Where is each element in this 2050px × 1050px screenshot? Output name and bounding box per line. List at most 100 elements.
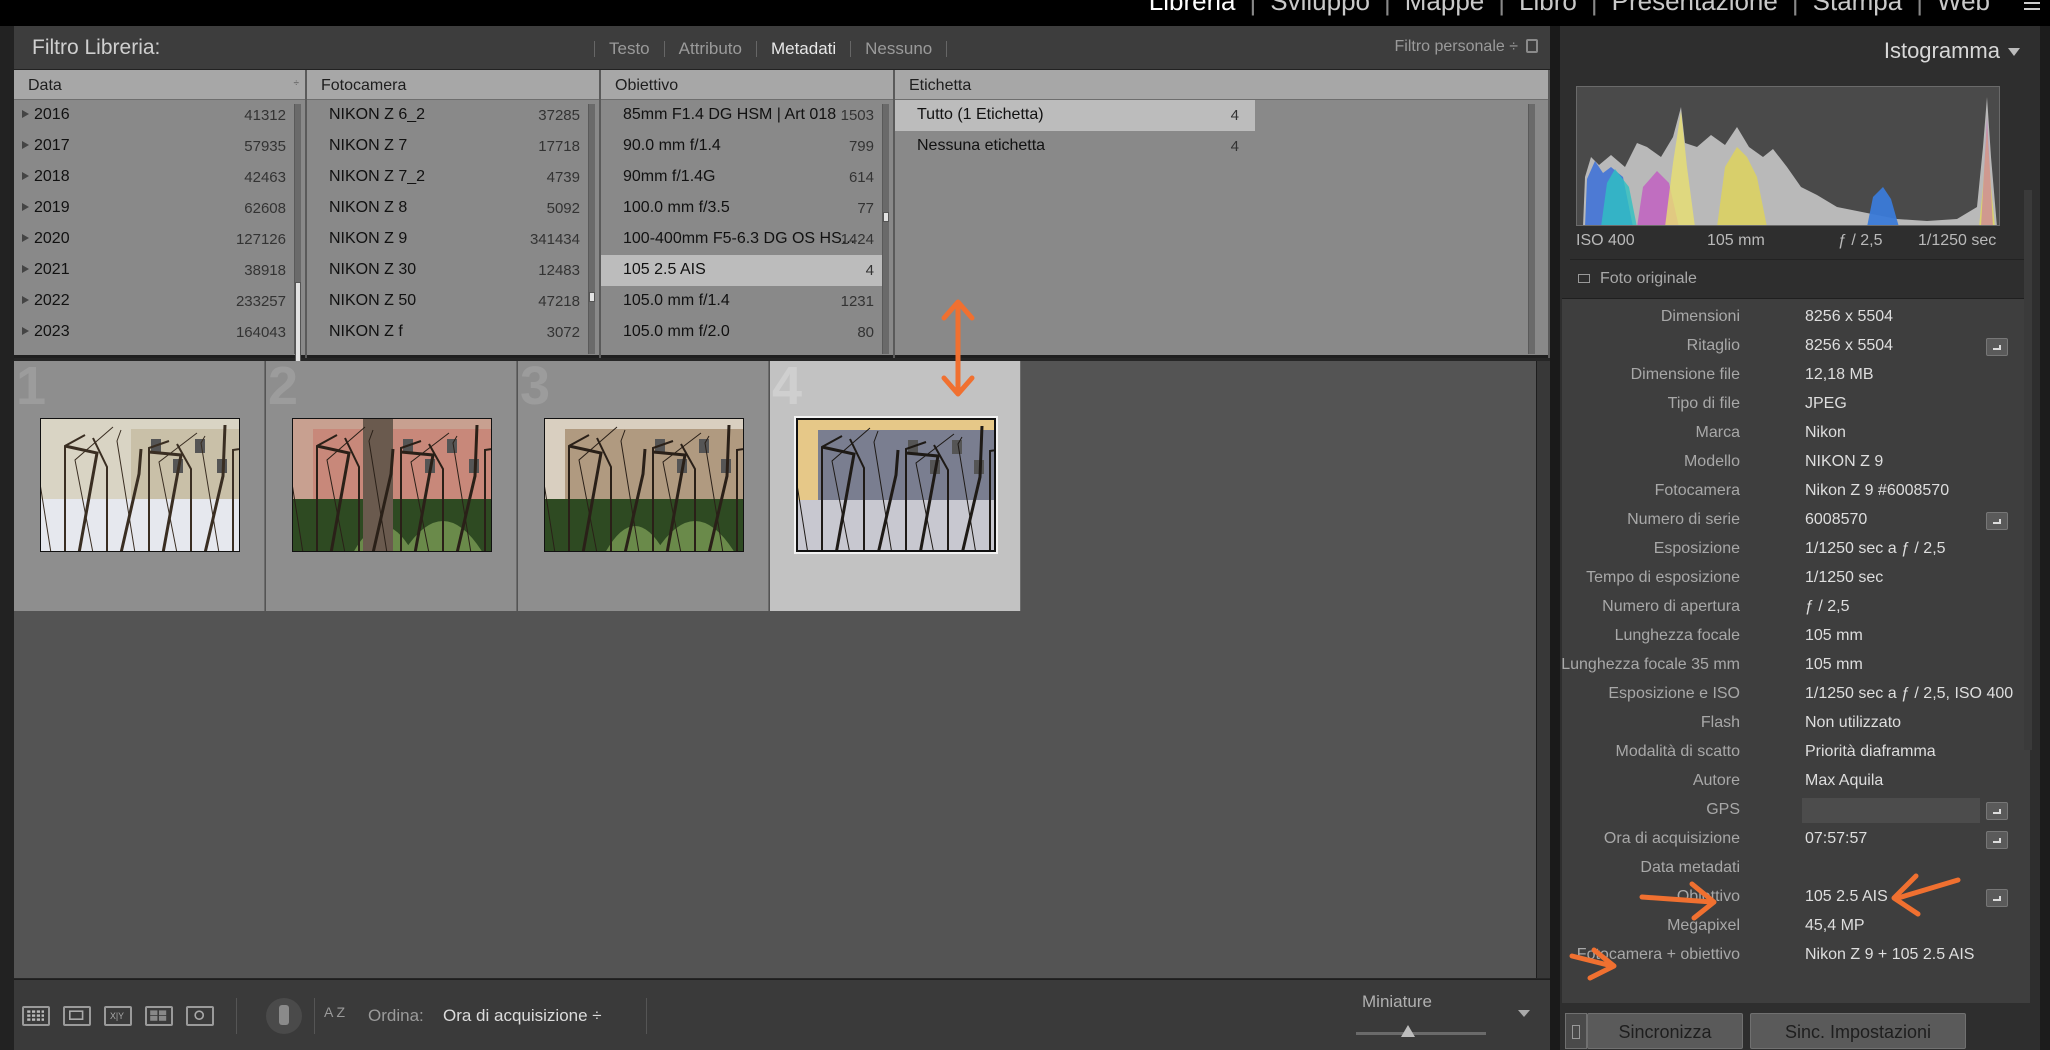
metadata-value[interactable]: 1/1250 sec a ƒ / 2,5, ISO 400: [1805, 685, 2013, 703]
filter-row[interactable]: 100-400mm F5-6.3 DG OS HS... 1424: [601, 224, 882, 255]
metadata-action-icon[interactable]: [1986, 512, 2008, 530]
module-tab[interactable]: Libreria: [1149, 0, 1236, 17]
metadata-value[interactable]: ƒ / 2,5: [1805, 598, 1849, 616]
metadata-value[interactable]: Max Aquila: [1805, 772, 1883, 790]
sort-dropdown[interactable]: Ora di acquisizione ÷: [443, 1006, 602, 1026]
column-header[interactable]: Data ÷: [14, 70, 305, 100]
module-tab[interactable]: Mappe: [1405, 0, 1485, 17]
histogram[interactable]: [1576, 86, 2000, 226]
photo-thumbnail[interactable]: [794, 416, 998, 554]
module-tab[interactable]: Presentazione: [1612, 0, 1778, 17]
filter-tab[interactable]: Testo: [595, 39, 664, 59]
metadata-value[interactable]: Nikon Z 9 #6008570: [1805, 482, 1949, 500]
filter-row[interactable]: NIKON Z 6_2 37285: [307, 100, 588, 131]
menu-icon[interactable]: [2020, 0, 2050, 20]
grid-cell[interactable]: 3: [518, 359, 769, 611]
module-tab[interactable]: Stampa: [1813, 0, 1903, 17]
photo-thumbnail[interactable]: [40, 418, 240, 552]
metadata-action-icon[interactable]: [1986, 338, 2008, 356]
collapse-triangle-icon[interactable]: [2008, 48, 2020, 56]
left-panel-edge[interactable]: [0, 26, 14, 1050]
module-tab[interactable]: Web: [1937, 0, 1990, 17]
checkbox-icon[interactable]: [1578, 274, 1590, 284]
scroll-thumb[interactable]: [883, 212, 889, 222]
original-photo-toggle[interactable]: Foto originale: [1578, 270, 1697, 288]
filter-tab[interactable]: Metadati: [757, 39, 850, 59]
sync-toggle[interactable]: [1565, 1013, 1587, 1049]
expand-triangle-icon[interactable]: [22, 172, 29, 180]
filter-row[interactable]: 90mm f/1.4G 614: [601, 162, 882, 193]
filter-row[interactable]: 105 2.5 AIS 4: [601, 255, 882, 286]
column-scrollbar[interactable]: [1528, 104, 1535, 354]
expand-triangle-icon[interactable]: [22, 141, 29, 149]
column-scrollbar[interactable]: [588, 104, 595, 354]
sort-direction-icon[interactable]: A Z: [324, 1004, 345, 1020]
metadata-value[interactable]: 6008570: [1805, 511, 1867, 529]
metadata-value[interactable]: JPEG: [1805, 395, 1847, 413]
painter-icon[interactable]: [266, 998, 302, 1034]
grid-cell[interactable]: 4: [770, 359, 1021, 611]
filter-row[interactable]: 105.0 mm f/2.0 80: [601, 317, 882, 348]
module-tab[interactable]: Libro: [1519, 0, 1577, 17]
column-header[interactable]: Fotocamera: [307, 70, 599, 100]
filter-row[interactable]: NIKON Z 8 5092: [307, 193, 588, 224]
filter-tab[interactable]: Nessuno: [851, 39, 946, 59]
gps-field[interactable]: [1802, 798, 1980, 823]
compare-view-icon[interactable]: X|Y: [104, 1006, 132, 1026]
grid-cell[interactable]: 2: [266, 359, 517, 611]
expand-triangle-icon[interactable]: [22, 265, 29, 273]
survey-view-icon[interactable]: [145, 1006, 173, 1026]
column-scrollbar[interactable]: [294, 104, 301, 390]
photo-thumbnail[interactable]: [544, 418, 744, 552]
filter-row[interactable]: 2020 127126: [14, 224, 294, 255]
metadata-action-icon[interactable]: [1986, 802, 2008, 820]
filter-row[interactable]: 2018 42463: [14, 162, 294, 193]
loupe-view-icon[interactable]: [63, 1006, 91, 1026]
filter-row[interactable]: 90.0 mm f/1.4 799: [601, 131, 882, 162]
filter-row[interactable]: 2021 38918: [14, 255, 294, 286]
lock-icon[interactable]: [1526, 39, 1538, 53]
metadata-value[interactable]: Nikon Z 9 + 105 2.5 AIS: [1805, 946, 1974, 964]
metadata-value[interactable]: 12,18 MB: [1805, 366, 1873, 384]
metadata-value[interactable]: 105 mm: [1805, 656, 1863, 674]
filter-row[interactable]: NIKON Z 50 47218: [307, 286, 588, 317]
toolbar-menu-chevron-icon[interactable]: [1518, 1010, 1530, 1017]
thumbnail-size-knob[interactable]: [1401, 1025, 1415, 1037]
filter-row[interactable]: 2016 41312: [14, 100, 294, 131]
filter-row[interactable]: 2023 164043: [14, 317, 294, 348]
filter-row[interactable]: NIKON Z 30 12483: [307, 255, 588, 286]
expand-triangle-icon[interactable]: [22, 110, 29, 118]
metadata-value[interactable]: 1/1250 sec: [1805, 569, 1883, 587]
filter-row[interactable]: 105.0 mm f/1.4 1231: [601, 286, 882, 317]
metadata-value[interactable]: NIKON Z 9: [1805, 453, 1883, 471]
metadata-value[interactable]: Nikon: [1805, 424, 1846, 442]
people-view-icon[interactable]: [186, 1006, 214, 1026]
expand-triangle-icon[interactable]: [22, 327, 29, 335]
photo-thumbnail[interactable]: [292, 418, 492, 552]
expand-triangle-icon[interactable]: [22, 296, 29, 304]
thumbnail-size-slider[interactable]: [1356, 1032, 1486, 1035]
expand-triangle-icon[interactable]: [22, 234, 29, 242]
column-header[interactable]: Etichetta: [895, 70, 1548, 100]
grid-view-icon[interactable]: [22, 1006, 50, 1026]
metadata-action-icon[interactable]: [1986, 831, 2008, 849]
right-panel-scrollbar[interactable]: [2024, 190, 2032, 750]
filter-row[interactable]: 2022 233257: [14, 286, 294, 317]
grid-cell[interactable]: 1: [14, 359, 265, 611]
metadata-value[interactable]: 8256 x 5504: [1805, 308, 1893, 326]
metadata-value[interactable]: 45,4 MP: [1805, 917, 1865, 935]
column-menu-icon[interactable]: ÷: [294, 78, 300, 89]
sync-settings-button[interactable]: Sinc. Impostazioni: [1750, 1013, 1966, 1049]
filter-row[interactable]: NIKON Z 9 341434: [307, 224, 588, 255]
expand-triangle-icon[interactable]: [22, 203, 29, 211]
filter-row[interactable]: Nessuna etichetta 4: [895, 131, 1255, 162]
grid-scrollbar[interactable]: [1536, 361, 1550, 978]
filter-row[interactable]: NIKON Z f 3072: [307, 317, 588, 348]
scroll-thumb[interactable]: [589, 292, 595, 302]
right-panel-edge[interactable]: [2040, 26, 2050, 1050]
metadata-value[interactable]: 1/1250 sec a ƒ / 2,5: [1805, 540, 1946, 558]
histogram-header[interactable]: Istogramma: [1560, 26, 2040, 74]
module-tab[interactable]: Sviluppo: [1270, 0, 1370, 17]
metadata-value[interactable]: Priorità diaframma: [1805, 743, 1936, 761]
filter-row[interactable]: Tutto (1 Etichetta) 4: [895, 100, 1255, 131]
